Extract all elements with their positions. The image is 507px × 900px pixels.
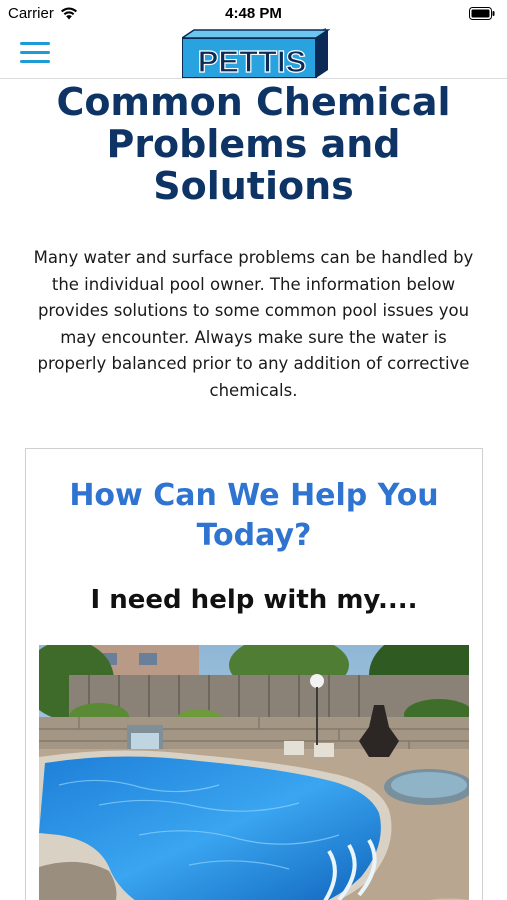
status-bar: Carrier 4:48 PM — [0, 0, 507, 28]
page-title: Common Chemical Problems and Solutions — [56, 80, 451, 208]
battery-icon — [469, 7, 495, 20]
pettis-logo[interactable]: PETTIS — [182, 28, 330, 78]
hamburger-menu-icon[interactable] — [20, 42, 50, 64]
pool-photo[interactable] — [39, 645, 469, 900]
help-subheading: I need help with my.... — [90, 585, 418, 615]
page-content: Common Chemical Problems and Solutions M… — [0, 79, 507, 900]
intro-paragraph: Many water and surface problems can be h… — [33, 248, 474, 400]
status-time: 4:48 PM — [225, 5, 282, 22]
help-heading: How Can We Help You Today? — [69, 478, 439, 553]
help-card: How Can We Help You Today? I need help w… — [25, 448, 483, 900]
nav-bar: PETTIS — [0, 28, 507, 79]
logo-wordmark: PETTIS — [198, 44, 307, 78]
